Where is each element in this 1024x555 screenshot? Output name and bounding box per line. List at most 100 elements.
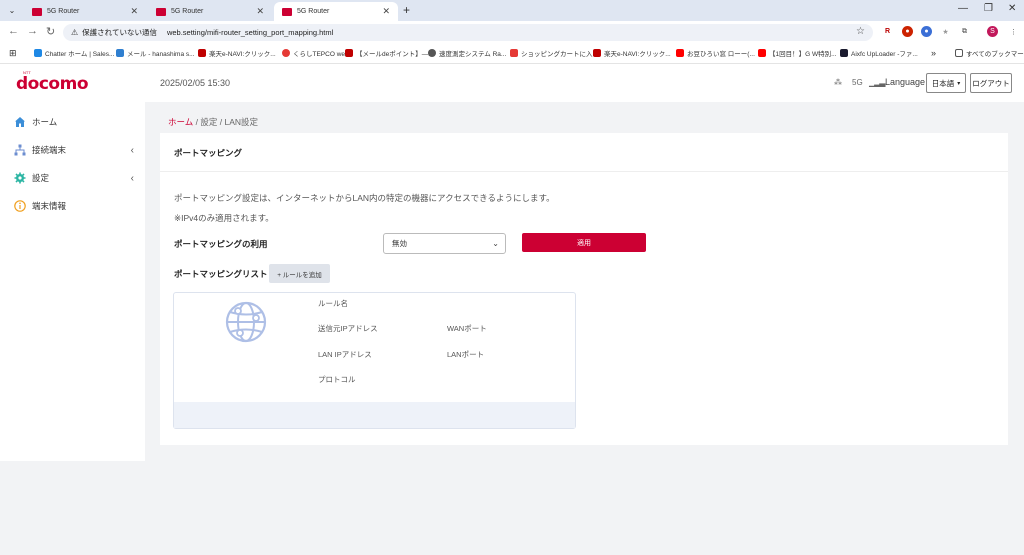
all-bookmarks[interactable]: すべてのブックマーク [955,48,1024,58]
url-text[interactable]: web.setting/mifi-router_setting_port_map… [167,28,333,37]
address-toolbar: ← → ↻ ⚠ 保護されていない通信 web.setting/mifi-rout… [0,21,1024,44]
extension-star-icon[interactable]: ★ [940,26,951,37]
caret-down-icon: ▾ [957,80,961,87]
bookmark-item[interactable]: Chatter ホーム | Sales... [34,48,114,58]
sidebar-item-connected-devices[interactable]: 接続端末 ‹ [14,144,134,156]
bookmark-item[interactable]: くらしTEPCO web [282,48,349,58]
breadcrumb: ホーム / 設定 / LAN設定 [168,117,259,127]
mail-icon [116,49,124,57]
browser-tab-1[interactable]: 5G Router ✕ [24,2,146,21]
lan-ip-field: LAN IPアドレス [318,350,372,359]
new-tab-button[interactable]: + [403,3,410,17]
apply-button[interactable]: 適用 [522,233,646,252]
close-tab-icon[interactable]: ✕ [256,6,264,17]
globe-icon [428,49,436,57]
profile-avatar[interactable]: S [987,26,998,37]
restore-icon[interactable]: ❐ [984,3,993,14]
extension-blue-icon[interactable]: ● [921,26,932,37]
browser-tab-2[interactable]: 5G Router ✕ [148,2,272,21]
breadcrumb-home-link[interactable]: ホーム [168,117,193,127]
chevron-left-icon: ‹ [130,172,134,184]
page-title: ポートマッピング [174,148,243,158]
rule-name-field: ルール名 [318,299,348,308]
port-mapping-card: ポートマッピング ポートマッピング設定は、インターネットからLAN内の特定の機器… [160,133,1008,445]
docomo-favicon-icon [156,7,166,16]
sidebar: ホーム 接続端末 ‹ 設定 ‹ 端末情報 [0,102,145,461]
close-tab-icon[interactable]: ✕ [382,6,390,17]
divider [160,171,1008,172]
warning-icon[interactable]: ⚠ [71,28,78,37]
bookmark-item[interactable]: Aixfc UpLoader -ファ... [840,48,918,58]
usage-label: ポートマッピングの利用 [174,239,268,249]
reload-icon[interactable]: ↻ [46,25,55,38]
forward-icon[interactable]: → [27,25,38,37]
bookmark-item[interactable]: 速度測定システム Ra... [428,48,506,58]
home-icon [15,117,25,127]
cloud-icon [34,49,42,57]
youtube-icon [676,49,684,57]
network-icon [14,144,26,156]
bookmark-star-icon[interactable]: ☆ [856,26,865,37]
back-icon[interactable]: ← [8,25,19,37]
breadcrumb-settings: 設定 [200,117,218,127]
aixfc-icon [840,49,848,57]
breadcrumb-current: LAN設定 [224,117,259,127]
extensions-puzzle-icon[interactable]: ⧉ [959,26,970,37]
youtube-icon [758,49,766,57]
rakuten-icon [198,49,206,57]
folder-icon [955,49,963,57]
tab-search-icon[interactable]: ⌄ [4,3,20,18]
port-mapping-list-label: ポートマッピングリスト [174,269,268,279]
bookmark-item[interactable]: 【メールdeポイント】―... [345,48,434,58]
rule-card-footer [174,402,575,428]
docomo-logo[interactable]: docomo [16,74,89,94]
rakuten-icon [345,49,353,57]
chevron-down-icon: ⌄ [492,239,499,248]
browser-tab-3-active[interactable]: 5G Router ✕ [274,2,398,21]
browser-tab-bar: ⌄ 5G Router ✕ 5G Router ✕ 5G Router ✕ + … [0,0,1024,21]
bookmark-item[interactable]: 楽天e-NAVI:クリック... [198,48,276,58]
bookmarks-overflow[interactable]: » [931,48,936,58]
info-icon [14,200,26,212]
minimize-icon[interactable]: — [958,3,968,14]
rule-list-item: ルール名 送信元IPアドレス WANポート LAN IPアドレス LANポート … [173,292,576,429]
bookmark-item[interactable]: 【1回目！】G W特別... [758,48,837,58]
language-select[interactable]: 日本語 ▾ [926,73,966,93]
lan-port-field: LANポート [447,350,485,359]
docomo-favicon-icon [32,7,42,16]
security-label[interactable]: 保護されていない通信 [82,27,157,38]
network-type: 5G [852,78,863,87]
ipv4-note: ※IPv4のみ適用されます。 [174,213,274,223]
rakuten-icon [593,49,601,57]
sidebar-item-device-info[interactable]: 端末情報 [14,200,134,212]
add-rule-button[interactable]: + ルールを追加 [269,264,330,283]
bookmark-item[interactable]: お豆ひろい窓 ローー(... [676,48,755,58]
language-label: Language [885,77,926,87]
signal-strength-icon: ▁▂▃ [869,78,886,87]
sidebar-item-settings[interactable]: 設定 ‹ [14,172,134,184]
cart-icon [510,49,518,57]
gear-icon [14,172,26,184]
logout-button[interactable]: ログアウト [970,73,1012,93]
sidebar-item-home[interactable]: ホーム [14,116,134,128]
description-text: ポートマッピング設定は、インターネットからLAN内の特定の機器にアクセスできるよ… [174,193,555,203]
address-bar[interactable]: ⚠ 保護されていない通信 web.setting/mifi-router_set… [63,24,873,41]
bookmarks-bar: ⊞ Chatter ホーム | Sales... メール - hanashima… [0,44,1024,64]
tepco-icon [282,49,290,57]
close-window-icon[interactable]: ✕ [1008,3,1016,14]
wan-port-field: WANポート [447,324,487,333]
protocol-field: プロトコル [318,375,356,384]
close-tab-icon[interactable]: ✕ [130,6,138,17]
globe-network-icon [225,301,267,343]
extension-red-icon[interactable]: ● [902,26,913,37]
extension-r-icon[interactable]: R [882,26,893,37]
datetime: 2025/02/05 15:30 [160,78,231,88]
docomo-favicon-icon [282,7,292,16]
source-ip-field: 送信元IPアドレス [318,324,378,333]
bookmark-item[interactable]: メール - hanashima s... [116,48,195,58]
bookmark-item[interactable]: ショッピングカートに入... [510,48,598,58]
port-mapping-usage-select[interactable]: 無効 ⌄ [383,233,506,254]
browser-menu-icon[interactable]: ⋮ [1008,26,1019,37]
bookmark-item[interactable]: 楽天e-NAVI:クリック... [593,48,671,58]
apps-grid-icon[interactable]: ⊞ [9,48,17,59]
